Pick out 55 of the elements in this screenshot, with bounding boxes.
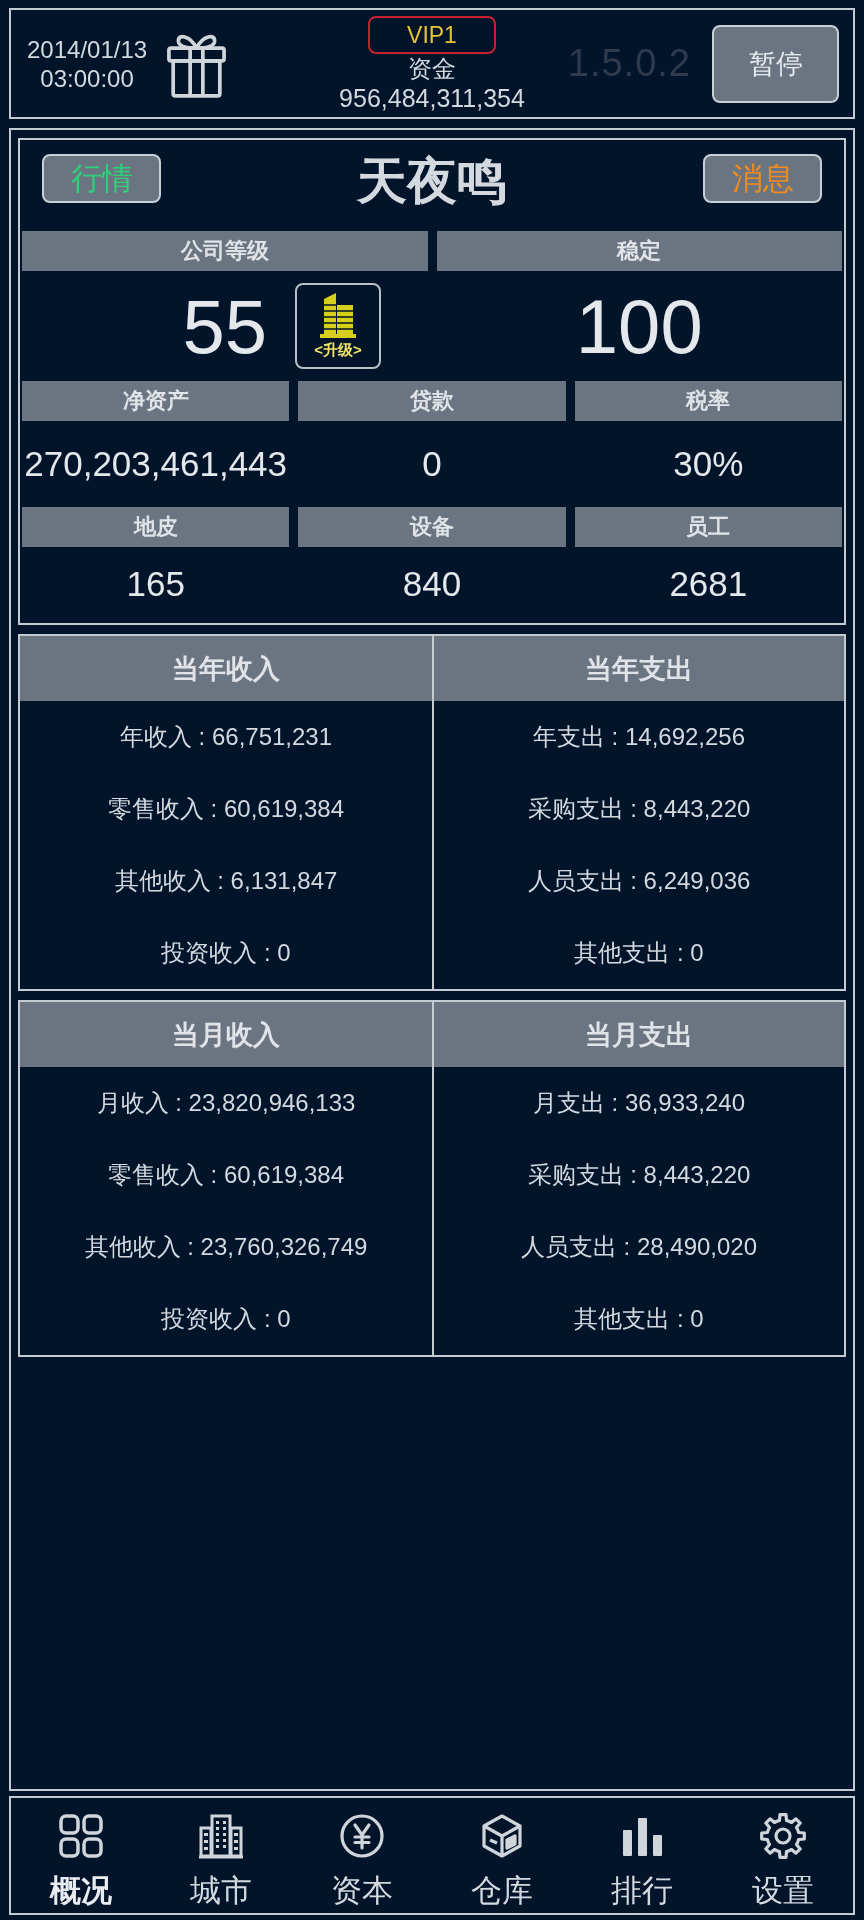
buildings-icon — [197, 1812, 246, 1860]
income-entry: 年收入 : 66,751,231 — [119, 722, 333, 752]
funds-label: 资金 — [408, 55, 456, 83]
stat-label: 地皮 — [22, 507, 290, 547]
nav-tab[interactable]: 城市 — [151, 1798, 292, 1913]
expense-entry: 采购支出 : 8,443,220 — [527, 1160, 751, 1190]
yen-coin-icon — [337, 1812, 386, 1860]
income-entry: 投资收入 : 0 — [161, 938, 291, 968]
column-header: 当年收入 — [20, 636, 432, 701]
nav-tab[interactable]: 设置 — [712, 1798, 853, 1913]
nav-tab[interactable]: 排行 — [572, 1798, 713, 1913]
pause-button[interactable]: 暂停 — [712, 24, 839, 103]
income-entry: 零售收入 : 60,619,384 — [107, 794, 345, 824]
income-entry: 其他收入 : 23,760,326,749 — [84, 1232, 368, 1262]
income-entry: 月收入 : 23,820,946,133 — [96, 1088, 356, 1118]
building-icon — [318, 291, 358, 339]
time-text: 03:00:00 — [40, 63, 134, 93]
date-text: 2014/01/13 — [27, 34, 148, 64]
stat-label: 员工 — [574, 507, 842, 547]
expense-entry: 其他支出 : 0 — [574, 938, 704, 968]
nav-tab[interactable]: 资本 — [291, 1798, 432, 1913]
stat-value: 0 — [422, 444, 442, 484]
stat-value: 270,203,461,443 — [24, 444, 288, 484]
nav-tab[interactable]: 概况 — [11, 1798, 152, 1913]
expense-entry: 人员支出 : 6,249,036 — [527, 866, 751, 896]
column-header: 当月支出 — [434, 1002, 844, 1067]
income-entry: 投资收入 : 0 — [161, 1304, 291, 1334]
stat-value: 55 — [182, 282, 267, 370]
income-entry: 其他收入 : 6,131,847 — [114, 866, 338, 896]
vip-badge: VIP1 — [368, 16, 496, 54]
expense-entry: 月支出 : 36,933,240 — [532, 1088, 746, 1118]
expense-entry: 人员支出 : 28,490,020 — [520, 1232, 758, 1262]
expense-entry: 采购支出 : 8,443,220 — [527, 794, 751, 824]
stat-value: 100 — [575, 282, 703, 370]
stat-label: 稳定 — [436, 231, 842, 271]
stat-label: 贷款 — [298, 381, 566, 421]
expense-entry: 其他支出 : 0 — [574, 1304, 704, 1334]
company-name: 天夜鸣 — [357, 154, 507, 209]
stat-label: 设备 — [298, 507, 566, 547]
stat-value: 840 — [402, 564, 462, 604]
funds-value: 956,484,311,354 — [339, 83, 525, 113]
settings-icon — [758, 1812, 807, 1860]
nav-tab[interactable]: 仓库 — [432, 1798, 573, 1913]
column-header: 当月收入 — [20, 1002, 432, 1067]
stat-value: 2681 — [669, 564, 748, 604]
column-header: 当年支出 — [434, 636, 844, 701]
expense-entry: 年支出 : 14,692,256 — [532, 722, 746, 752]
income-entry: 零售收入 : 60,619,384 — [107, 1160, 345, 1190]
stat-value: 165 — [126, 564, 185, 604]
stat-label: 公司等级 — [22, 231, 428, 271]
grid-icon — [57, 1812, 106, 1860]
upgrade-button[interactable]: <升级> — [295, 283, 381, 369]
stat-label: 净资产 — [22, 381, 290, 421]
stat-label: 税率 — [574, 381, 842, 421]
stat-value: 30% — [673, 444, 744, 484]
